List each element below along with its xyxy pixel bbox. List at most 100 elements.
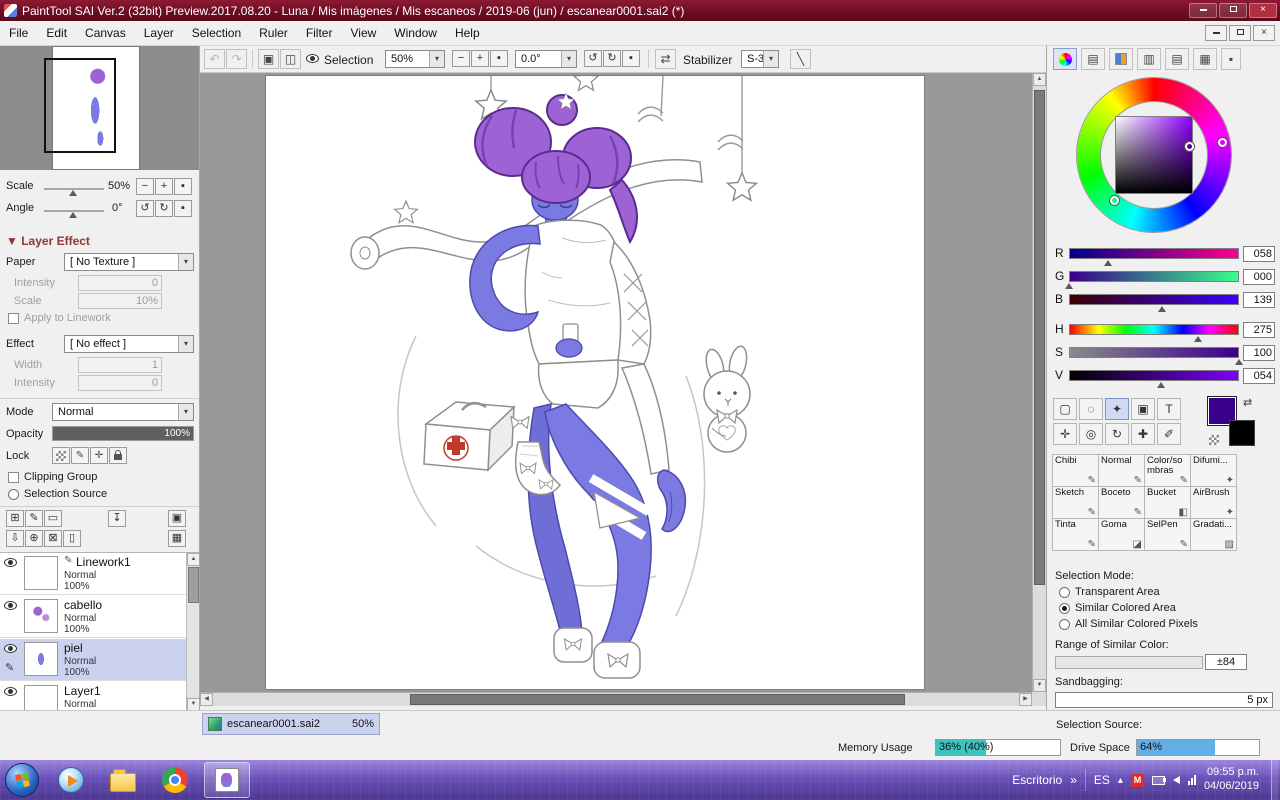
magic-wand-tool[interactable]: ✦ — [1105, 398, 1129, 420]
layer-grid-button[interactable]: ▦ — [168, 530, 186, 547]
palette-list-tab[interactable]: ▤ — [1165, 48, 1189, 70]
rect-select-tool[interactable]: ▢ — [1053, 398, 1077, 420]
layer-row-cabello[interactable]: cabello Normal 100% — [0, 596, 186, 638]
g-slider[interactable] — [1069, 271, 1239, 282]
merge-down-button[interactable]: ⇩ — [6, 530, 24, 547]
stabilizer-select[interactable]: S-3 ▾ — [741, 50, 779, 68]
clear-layer-button[interactable]: ⊠ — [44, 530, 62, 547]
lasso-tool[interactable]: ◌ — [1079, 398, 1103, 420]
document-close-button[interactable]: × — [1253, 25, 1275, 41]
v-slider[interactable] — [1069, 370, 1239, 381]
volume-tray-icon[interactable] — [1162, 776, 1180, 784]
brush-gradation[interactable]: Gradati... ▨ — [1190, 518, 1237, 551]
copy-merged-button[interactable]: ⊕ — [25, 530, 43, 547]
lock-position-button[interactable]: ✛ — [90, 447, 108, 464]
menu-edit[interactable]: Edit — [37, 22, 76, 44]
layer-row-layer1[interactable]: Layer1 Normal 17% — [0, 682, 186, 710]
brush-boceto[interactable]: Boceto ✎ — [1098, 486, 1145, 519]
move-tool[interactable]: ✛ — [1053, 423, 1077, 445]
start-button[interactable] — [5, 763, 39, 797]
clipping-group-checkbox[interactable] — [8, 472, 19, 483]
stroke-preview-button[interactable]: ╲ — [790, 49, 811, 69]
nav-scale-slider-thumb[interactable] — [69, 190, 77, 196]
palette-grid-tab[interactable]: ▦ — [1193, 48, 1217, 70]
selection-mode-transparent-radio[interactable] — [1059, 587, 1070, 598]
r-slider[interactable] — [1069, 248, 1239, 259]
window-minimize-button[interactable] — [1189, 3, 1217, 18]
dropdown-arrow-icon[interactable]: ▾ — [763, 51, 778, 67]
document-restore-button[interactable] — [1229, 25, 1251, 41]
desktop-toolbar-label[interactable]: Escritorio — [1012, 773, 1062, 787]
canvas-vertical-scrollbar[interactable]: ▲ ▼ — [1032, 73, 1046, 692]
layer-visibility-eye-icon[interactable] — [4, 644, 17, 653]
s-slider[interactable] — [1069, 347, 1239, 358]
dropdown-arrow-icon[interactable]: ▾ — [561, 51, 576, 67]
hidden-icons-chevron[interactable]: ▴ — [1118, 775, 1123, 786]
lock-transparency-button[interactable] — [52, 447, 70, 464]
lock-all-button[interactable] — [109, 447, 127, 464]
panel-options-button[interactable]: ▪ — [1221, 48, 1241, 70]
taskbar-item-explorer[interactable] — [100, 762, 146, 798]
canvas-zoom-in-button[interactable]: + — [471, 50, 489, 67]
document-tab[interactable]: escanear0001.sai2 50% — [202, 713, 380, 735]
layer-effect-header[interactable]: ▼ Layer Effect — [6, 234, 90, 248]
brush-difuminar[interactable]: Difumi... ✦ — [1190, 454, 1237, 487]
scroll-up-button[interactable]: ▲ — [1033, 73, 1046, 86]
layer-panel-toggle-button[interactable]: ▣ — [168, 510, 186, 527]
menu-window[interactable]: Window — [385, 22, 446, 44]
canvas-horizontal-scrollbar[interactable]: ◀ ▶ — [200, 692, 1032, 706]
menu-selection[interactable]: Selection — [183, 22, 250, 44]
transfer-down-button[interactable]: ↧ — [108, 510, 126, 527]
document-minimize-button[interactable] — [1205, 25, 1227, 41]
selection-mode-similar-radio[interactable] — [1059, 603, 1070, 614]
dropdown-arrow-icon[interactable]: ▾ — [178, 254, 193, 270]
canvas-viewport[interactable] — [200, 73, 1032, 692]
brush-bucket[interactable]: Bucket ◧ — [1144, 486, 1191, 519]
rotate-reset-button[interactable]: ▪ — [174, 200, 192, 217]
zoom-tool[interactable]: ◎ — [1079, 423, 1103, 445]
stamp-tool[interactable]: ▣ — [1131, 398, 1155, 420]
opacity-slider[interactable]: 100% — [52, 426, 194, 441]
canvas-rotate-ccw-button[interactable]: ↺ — [584, 50, 602, 67]
window-close-button[interactable]: × — [1249, 3, 1277, 18]
b-slider-thumb[interactable] — [1158, 306, 1166, 312]
h-slider[interactable] — [1069, 324, 1239, 335]
new-layer-button[interactable]: ⊞ — [6, 510, 24, 527]
brush-color-sombras[interactable]: Color/sombras ✎ — [1144, 454, 1191, 487]
s-slider-thumb[interactable] — [1235, 359, 1243, 365]
select-all-button[interactable]: ▣ — [258, 49, 279, 69]
brush-airbrush[interactable]: AirBrush ✦ — [1190, 486, 1237, 519]
canvas-rotate-cw-button[interactable]: ↻ — [603, 50, 621, 67]
dropdown-arrow-icon[interactable]: ▾ — [429, 51, 444, 67]
brush-tinta[interactable]: Tinta ✎ — [1052, 518, 1099, 551]
zoom-in-button[interactable]: + — [155, 178, 173, 195]
window-titlebar[interactable]: PaintTool SAI Ver.2 (32bit) Preview.2017… — [0, 0, 1280, 21]
navigator[interactable] — [0, 46, 199, 170]
network-tray-icon[interactable] — [1187, 775, 1196, 785]
layer-row-linework1[interactable]: ✎ Linework1 Normal 100% — [0, 553, 186, 595]
delete-layer-button[interactable]: ▯ — [63, 530, 81, 547]
undo-button[interactable]: ↶ — [204, 49, 225, 69]
eyedropper-tool[interactable]: ✐ — [1157, 423, 1181, 445]
swatches-tab[interactable]: ▤ — [1081, 48, 1105, 70]
menu-help[interactable]: Help — [446, 22, 489, 44]
scrollbar-thumb[interactable] — [1034, 90, 1045, 585]
selection-source-radio[interactable] — [8, 489, 19, 500]
range-similar-color-slider[interactable] — [1055, 656, 1203, 669]
canvas[interactable] — [265, 73, 925, 690]
mixer-tab[interactable] — [1109, 48, 1133, 70]
layer-list-scrollbar[interactable]: ▲ ▼ — [186, 553, 199, 710]
effect-select[interactable]: [ No effect ] ▾ — [64, 335, 194, 353]
taskbar-item-chrome[interactable] — [152, 762, 198, 798]
hue-ring-marker[interactable] — [1218, 138, 1227, 147]
brush-selpen[interactable]: SelPen ✎ — [1144, 518, 1191, 551]
new-linework-layer-button[interactable]: ✎ — [25, 510, 43, 527]
v-slider-thumb[interactable] — [1157, 382, 1165, 388]
taskbar-item-painttool-sai[interactable] — [204, 762, 250, 798]
scroll-down-button[interactable]: ▼ — [1033, 679, 1046, 692]
brush-chibi[interactable]: Chibi ✎ — [1052, 454, 1099, 487]
selection-visibility-eye-icon[interactable] — [306, 54, 319, 63]
deselect-button[interactable]: ◫ — [280, 49, 301, 69]
nav-angle-slider-thumb[interactable] — [69, 212, 77, 218]
selection-mode-all-similar-label[interactable]: All Similar Colored Pixels — [1075, 618, 1198, 630]
